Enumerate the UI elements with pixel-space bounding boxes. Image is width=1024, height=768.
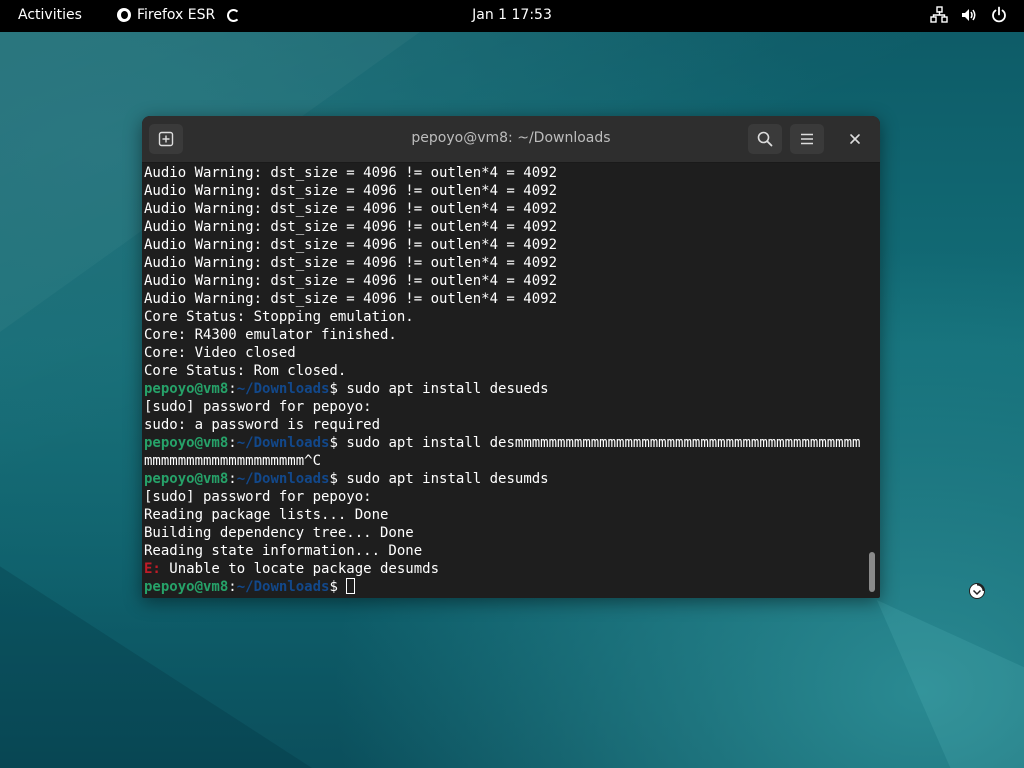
command-text: sudo apt install desueds xyxy=(346,381,549,397)
clock[interactable]: Jan 1 17:53 xyxy=(472,7,552,23)
close-button[interactable] xyxy=(838,124,872,154)
output-text: [sudo] password for pepoyo: xyxy=(144,399,372,415)
scrollbar-thumb[interactable] xyxy=(869,552,875,592)
terminal-window[interactable]: pepoyo@vm8: ~/Downloads Audio Warning: d… xyxy=(142,116,880,598)
main-menu-button[interactable] xyxy=(790,124,824,154)
prompt-user: pepoyo@vm8 xyxy=(144,381,229,397)
terminal-line: Audio Warning: dst_size = 4096 != outlen… xyxy=(144,164,864,182)
output-text: Reading package lists... Done xyxy=(144,507,389,523)
terminal-line: Audio Warning: dst_size = 4096 != outlen… xyxy=(144,236,864,254)
output-text: Building dependency tree... Done xyxy=(144,525,414,541)
terminal-line: E: Unable to locate package desumds xyxy=(144,560,864,578)
search-button[interactable] xyxy=(748,124,782,154)
prompt-path: ~/Downloads xyxy=(236,381,330,397)
hamburger-menu-icon xyxy=(801,133,813,145)
terminal-output[interactable]: Audio Warning: dst_size = 4096 != outlen… xyxy=(144,163,864,597)
terminal-line: mmmmmmmmmmmmmmmmmmm^C xyxy=(144,452,864,470)
output-text: Audio Warning: dst_size = 4096 != outlen… xyxy=(144,219,558,235)
terminal-line: [sudo] password for pepoyo: xyxy=(144,488,864,506)
network-icon[interactable]: ? xyxy=(930,6,948,24)
app-menu-label: Firefox ESR xyxy=(137,7,216,23)
terminal-line: Audio Warning: dst_size = 4096 != outlen… xyxy=(144,290,864,308)
output-text: Audio Warning: dst_size = 4096 != outlen… xyxy=(144,273,558,289)
terminal-line: Reading state information... Done xyxy=(144,542,864,560)
terminal-line: Audio Warning: dst_size = 4096 != outlen… xyxy=(144,200,864,218)
prompt-separator: : xyxy=(228,381,237,397)
command-text: sudo apt install desmmmmmmmmmmmmmmmmmmmm… xyxy=(346,435,861,451)
prompt-separator: : xyxy=(228,579,237,595)
volume-icon[interactable] xyxy=(960,6,978,24)
terminal-line: Audio Warning: dst_size = 4096 != outlen… xyxy=(144,218,864,236)
prompt-path: ~/Downloads xyxy=(236,471,330,487)
terminal-line: Core Status: Rom closed. xyxy=(144,362,864,380)
terminal-line: pepoyo@vm8:~/Downloads$ sudo apt install… xyxy=(144,380,864,398)
prompt-symbol: $ xyxy=(329,381,347,397)
output-text: Core: R4300 emulator finished. xyxy=(144,327,397,343)
terminal-line: Reading package lists... Done xyxy=(144,506,864,524)
error-text: Unable to locate package desumds xyxy=(160,561,440,577)
terminal-line: Audio Warning: dst_size = 4096 != outlen… xyxy=(144,254,864,272)
prompt-symbol: $ xyxy=(329,579,347,595)
desktop-shard xyxy=(876,600,1024,768)
terminal-line: Core: R4300 emulator finished. xyxy=(144,326,864,344)
output-text: Audio Warning: dst_size = 4096 != outlen… xyxy=(144,255,558,271)
terminal-line: Core Status: Stopping emulation. xyxy=(144,308,864,326)
output-text: Core Status: Rom closed. xyxy=(144,363,347,379)
scrollbar[interactable] xyxy=(868,164,876,596)
terminal-line: sudo: a password is required xyxy=(144,416,864,434)
prompt-user: pepoyo@vm8 xyxy=(144,435,229,451)
output-text: Audio Warning: dst_size = 4096 != outlen… xyxy=(144,183,558,199)
output-text: mmmmmmmmmmmmmmmmmmm^C xyxy=(144,453,322,469)
output-text: Audio Warning: dst_size = 4096 != outlen… xyxy=(144,237,558,253)
output-text: Audio Warning: dst_size = 4096 != outlen… xyxy=(144,165,558,181)
system-tray[interactable]: ? xyxy=(930,6,1008,24)
output-text: Reading state information... Done xyxy=(144,543,423,559)
error-label: E: xyxy=(144,561,161,577)
prompt-user: pepoyo@vm8 xyxy=(144,579,229,595)
output-text: [sudo] password for pepoyo: xyxy=(144,489,372,505)
activities-button[interactable]: Activities xyxy=(18,7,82,23)
terminal-line: [sudo] password for pepoyo: xyxy=(144,398,864,416)
terminal-line: Audio Warning: dst_size = 4096 != outlen… xyxy=(144,182,864,200)
output-text: Core Status: Stopping emulation. xyxy=(144,309,414,325)
output-text: sudo: a password is required xyxy=(144,417,381,433)
terminal-line: Core: Video closed xyxy=(144,344,864,362)
busy-cursor-icon xyxy=(969,583,985,599)
terminal-line: Audio Warning: dst_size = 4096 != outlen… xyxy=(144,272,864,290)
prompt-separator: : xyxy=(228,435,237,451)
power-icon[interactable] xyxy=(990,6,1008,24)
firefox-icon xyxy=(117,8,131,22)
prompt-path: ~/Downloads xyxy=(236,579,330,595)
svg-text:?: ? xyxy=(938,11,941,17)
top-bar: Activities Firefox ESR Jan 1 17:53 ? xyxy=(0,0,1024,32)
close-icon xyxy=(850,134,860,144)
command-text: sudo apt install desumds xyxy=(346,471,549,487)
terminal-line: pepoyo@vm8:~/Downloads$ sudo apt install… xyxy=(144,470,864,488)
prompt-symbol: $ xyxy=(329,435,347,451)
text-cursor[interactable] xyxy=(346,578,356,594)
prompt-user: pepoyo@vm8 xyxy=(144,471,229,487)
loading-spinner-icon xyxy=(227,8,241,22)
app-menu[interactable]: Firefox ESR xyxy=(117,7,241,23)
output-text: Audio Warning: dst_size = 4096 != outlen… xyxy=(144,291,558,307)
output-text: Audio Warning: dst_size = 4096 != outlen… xyxy=(144,201,558,217)
terminal-line: Building dependency tree... Done xyxy=(144,524,864,542)
prompt-separator: : xyxy=(228,471,237,487)
terminal-line: pepoyo@vm8:~/Downloads$ xyxy=(144,578,864,596)
terminal-line: pepoyo@vm8:~/Downloads$ sudo apt install… xyxy=(144,434,864,452)
output-text: Core: Video closed xyxy=(144,345,296,361)
search-icon xyxy=(757,131,773,147)
terminal-headerbar[interactable]: pepoyo@vm8: ~/Downloads xyxy=(142,116,880,163)
prompt-symbol: $ xyxy=(329,471,347,487)
prompt-path: ~/Downloads xyxy=(236,435,330,451)
